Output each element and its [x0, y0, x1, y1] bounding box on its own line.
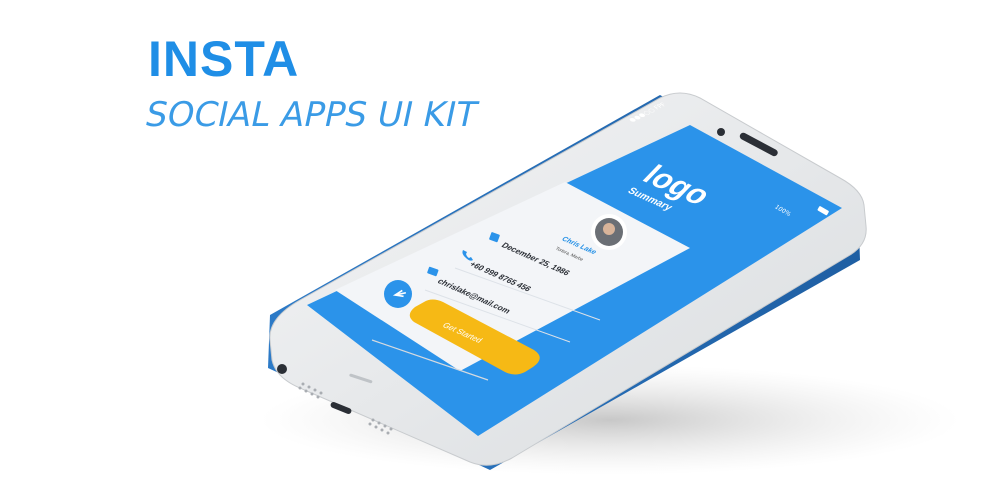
- front-camera: [717, 128, 725, 136]
- headphone-jack: [277, 364, 287, 374]
- back-button[interactable]: [384, 280, 412, 308]
